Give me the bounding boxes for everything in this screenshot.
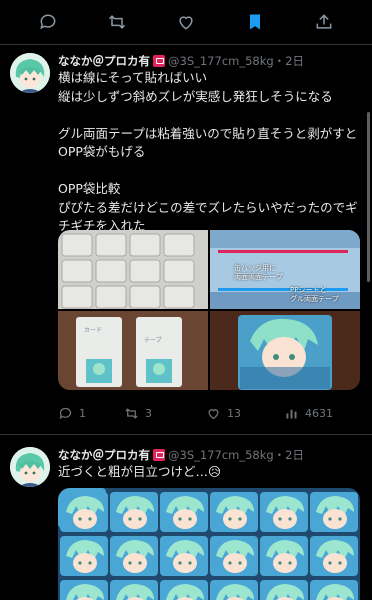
views-stat[interactable]: 4631 [284,406,358,421]
retweet-count: 3 [145,406,152,420]
media-photo-card[interactable] [210,311,360,390]
reply-count: 1 [79,406,86,420]
retweet-stat[interactable]: 3 [124,406,206,421]
reply-stat[interactable]: 1 [58,406,124,421]
author-name[interactable]: ななか＠プロカ有 [58,447,150,463]
tweet-media-photo[interactable] [58,488,360,600]
avatar[interactable] [10,53,50,93]
media-label-card: カード [84,327,103,334]
media-photo-opp-bags[interactable]: カード テープ [58,311,208,390]
badge-icon [153,55,165,67]
badge-icon [153,449,165,461]
tweet-header: ななか＠プロカ有 @3S_177cm_58kg・2日 [58,446,364,464]
author-handle[interactable]: @3S_177cm_58kg・2日 [168,53,304,69]
views-count: 4631 [305,406,333,420]
scrollbar[interactable] [367,112,370,282]
tweet-text: 横は線にそって貼ればいい 縦は少しずつ斜めズレが実感し発狂しそうになる グル両面… [58,70,358,233]
tweet-media-grid[interactable]: 缶バッジ用に 両面両面テープ PPシートと グル両面テープ カード テープ [58,230,360,390]
media-label-opp-sheet: PPシートと グル両面テープ [290,286,339,303]
author-name[interactable]: ななか＠プロカ有 [58,53,150,69]
tweet-stats: 1 3 13 4631 [58,404,358,422]
reply-icon [59,407,72,419]
retweet-icon [125,407,138,419]
views-icon [286,409,297,418]
media-photo-tape[interactable]: 缶バッジ用に 両面両面テープ PPシートと グル両面テープ [210,230,360,309]
media-photo-cases[interactable] [58,230,208,309]
like-count: 13 [227,406,241,420]
media-label-tape: テープ [144,337,162,344]
tweet-text: 近づくと粗が目立つけど…😥 [58,464,222,479]
author-handle[interactable]: @3S_177cm_58kg・2日 [168,447,304,463]
avatar[interactable] [10,447,50,487]
heart-icon [208,408,219,419]
like-stat[interactable]: 13 [206,406,284,421]
media-label-badge-tape: 缶バッジ用に 両面両面テープ [234,264,283,281]
tweet-header: ななか＠プロカ有 @3S_177cm_58kg・2日 [58,52,364,70]
tweet[interactable]: ななか＠プロカ有 @3S_177cm_58kg・2日 横は線にそって貼ればいい … [0,0,372,430]
